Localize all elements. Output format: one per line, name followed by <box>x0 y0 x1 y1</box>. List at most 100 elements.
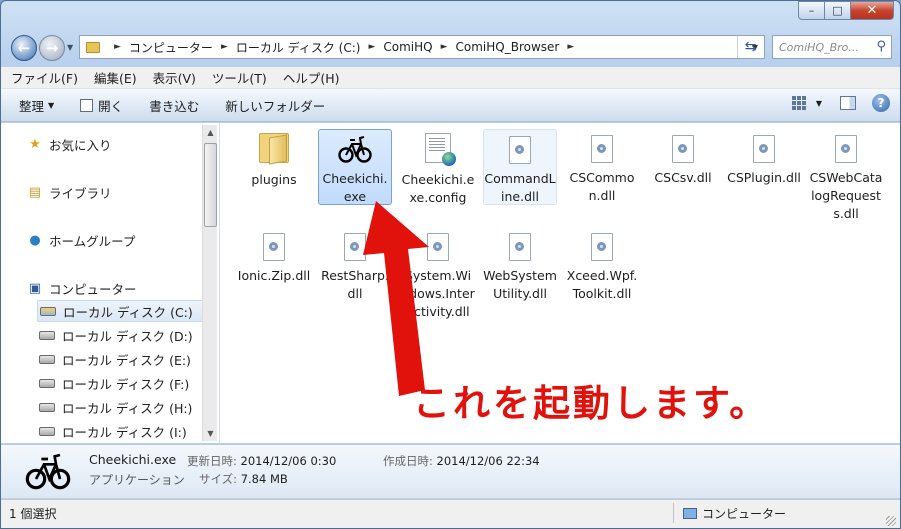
file-item-cheekichi-config[interactable]: Cheekichi.exe.config <box>401 129 475 207</box>
file-item-system-windows-interactivity[interactable]: System.Windows.Interactivity.dll <box>401 227 475 333</box>
menu-tools[interactable]: ツール(T) <box>212 68 267 87</box>
close-button[interactable]: ✕ <box>851 1 894 20</box>
search-input[interactable]: ComiHQ_Bro... ⚲ <box>772 35 892 59</box>
organize-button[interactable]: 整理 ▼ <box>19 96 54 115</box>
details-file-name: Cheekichi.exe <box>89 452 177 467</box>
search-icon[interactable]: ⚲ <box>876 39 886 54</box>
open-button[interactable]: 開く <box>80 96 123 115</box>
details-file-type: アプリケーション <box>89 473 185 487</box>
details-modified: 更新日時: 2014/12/06 0:30 <box>187 453 336 469</box>
window-icon <box>80 98 94 112</box>
library-icon: ▤ <box>28 185 42 200</box>
dll-icon <box>591 233 613 261</box>
nav-drive-e[interactable]: ローカル ディスク (E:) <box>37 348 205 370</box>
menu-help[interactable]: ヘルプ(H) <box>283 68 340 87</box>
drive-icon <box>39 378 55 388</box>
menu-edit[interactable]: 編集(E) <box>94 68 137 87</box>
drive-icon <box>39 426 55 436</box>
file-item-commandline[interactable]: CommandLine.dll <box>483 129 557 205</box>
chevron-down-icon[interactable]: ▼ <box>816 99 822 108</box>
address-row: ← → ▼ ► コンピューター ► ローカル ディスク (C:) ► ComiH… <box>1 31 900 65</box>
nav-scrollbar[interactable]: ▲ ▼ <box>202 125 217 441</box>
nav-libraries-label: ライブラリ <box>49 186 112 201</box>
dll-icon <box>509 136 531 164</box>
file-item-websystemutility[interactable]: WebSystemUtility.dll <box>483 227 557 323</box>
file-name: WebSystemUtility.dll <box>483 268 557 301</box>
view-options-icon[interactable] <box>791 96 808 110</box>
chevron-right-icon[interactable]: ► <box>221 42 228 52</box>
nav-libraries[interactable]: ▤ ライブラリ <box>27 183 112 202</box>
computer-icon: ▣ <box>28 281 42 296</box>
modified-label: 更新日時: <box>187 454 237 468</box>
nav-drive-d[interactable]: ローカル ディスク (D:) <box>37 324 205 346</box>
preview-pane-icon[interactable] <box>840 96 856 110</box>
chevron-right-icon[interactable]: ► <box>114 42 121 52</box>
file-item-cheekichi-exe[interactable]: Cheekichi.exe <box>318 129 392 205</box>
scroll-thumb[interactable] <box>204 143 217 227</box>
recent-pages-dropdown[interactable]: ▼ <box>67 43 73 52</box>
star-icon: ★ <box>29 137 41 152</box>
chevron-right-icon[interactable]: ► <box>368 42 375 52</box>
new-folder-label: 新しいフォルダー <box>225 98 326 114</box>
organize-label: 整理 <box>19 98 45 114</box>
config-icon <box>425 133 456 166</box>
address-bar[interactable]: ► コンピューター ► ローカル ディスク (C:) ► ComiHQ ► Co… <box>79 35 765 59</box>
chevron-right-icon[interactable]: ► <box>441 42 448 52</box>
chevron-down-icon: ▼ <box>48 100 55 110</box>
nav-drive-c[interactable]: ローカル ディスク (C:) <box>37 300 205 322</box>
file-item-cscommon[interactable]: CSCommon.dll <box>565 129 639 207</box>
maximize-button[interactable]: □ <box>825 1 851 20</box>
chevron-right-icon[interactable]: ► <box>567 42 574 52</box>
open-label: 開く <box>98 98 124 114</box>
scroll-down-icon[interactable]: ▼ <box>203 426 218 441</box>
computer-icon <box>683 508 697 519</box>
menu-view[interactable]: 表示(V) <box>153 68 196 87</box>
command-bar: 整理 ▼ 開く 書き込む 新しいフォルダー ▼ ? <box>1 89 900 122</box>
file-item-restsharp[interactable]: RestSharp.dll <box>318 227 392 305</box>
dll-icon <box>835 135 857 163</box>
nav-drive-f[interactable]: ローカル ディスク (F:) <box>37 372 205 394</box>
resize-grip[interactable] <box>886 516 896 526</box>
status-location: コンピューター <box>683 505 786 522</box>
burn-button[interactable]: 書き込む <box>149 96 199 115</box>
file-name: CSCommon.dll <box>569 170 635 203</box>
nav-homegroup[interactable]: ● ホームグループ <box>27 231 135 250</box>
menu-file[interactable]: ファイル(F) <box>11 68 78 87</box>
drive-icon <box>39 402 55 412</box>
file-name: System.Windows.Interactivity.dll <box>401 268 475 319</box>
file-item-cswebcatalog[interactable]: CSWebCatalogRequests.dll <box>809 129 883 225</box>
nav-drive-h[interactable]: ローカル ディスク (H:) <box>37 396 205 418</box>
file-item-ionic-zip[interactable]: Ionic.Zip.dll <box>237 227 311 305</box>
breadcrumb-computer[interactable]: コンピューター <box>129 39 213 56</box>
drive-icon <box>39 330 55 340</box>
selection-count: 1 個選択 <box>9 507 57 521</box>
file-item-xceed-wpf-toolkit[interactable]: Xceed.Wpf.Toolkit.dll <box>565 227 639 305</box>
nav-favorites[interactable]: ★ お気に入り <box>27 135 111 154</box>
breadcrumb-drive-c[interactable]: ローカル ディスク (C:) <box>236 39 361 56</box>
breadcrumb-comihq-browser[interactable]: ComiHQ_Browser <box>456 40 560 54</box>
refresh-button[interactable]: ⇆ <box>737 36 763 58</box>
nav-computer[interactable]: ▣ コンピューター <box>27 279 137 298</box>
drive-label: ローカル ディスク (D:) <box>62 328 193 344</box>
file-name: CSWebCatalogRequests.dll <box>809 170 883 221</box>
drive-label: ローカル ディスク (F:) <box>62 376 190 392</box>
breadcrumb-comihq[interactable]: ComiHQ <box>383 40 432 54</box>
file-item-plugins[interactable]: plugins <box>237 129 311 207</box>
file-item-csplugin[interactable]: CSPlugin.dll <box>727 129 801 207</box>
dll-icon <box>591 135 613 163</box>
nav-drive-i[interactable]: ローカル ディスク (I:) <box>37 420 205 442</box>
file-item-cscsv[interactable]: CSCsv.dll <box>646 129 720 207</box>
file-name: CSPlugin.dll <box>727 170 801 185</box>
details-created: 作成日時: 2014/12/06 22:34 <box>383 453 540 469</box>
file-name: Cheekichi.exe.config <box>401 172 475 205</box>
dll-icon <box>344 233 366 261</box>
back-button[interactable]: ← <box>11 35 37 61</box>
new-folder-button[interactable]: 新しいフォルダー <box>225 96 325 115</box>
dll-icon <box>509 233 531 261</box>
modified-value: 2014/12/06 0:30 <box>240 454 337 468</box>
help-icon[interactable]: ? <box>872 94 890 112</box>
menu-bar: ファイル(F) 編集(E) 表示(V) ツール(T) ヘルプ(H) <box>1 67 900 89</box>
forward-button[interactable]: → <box>39 35 65 61</box>
scroll-up-icon[interactable]: ▲ <box>203 125 218 140</box>
minimize-button[interactable]: – <box>798 1 825 20</box>
